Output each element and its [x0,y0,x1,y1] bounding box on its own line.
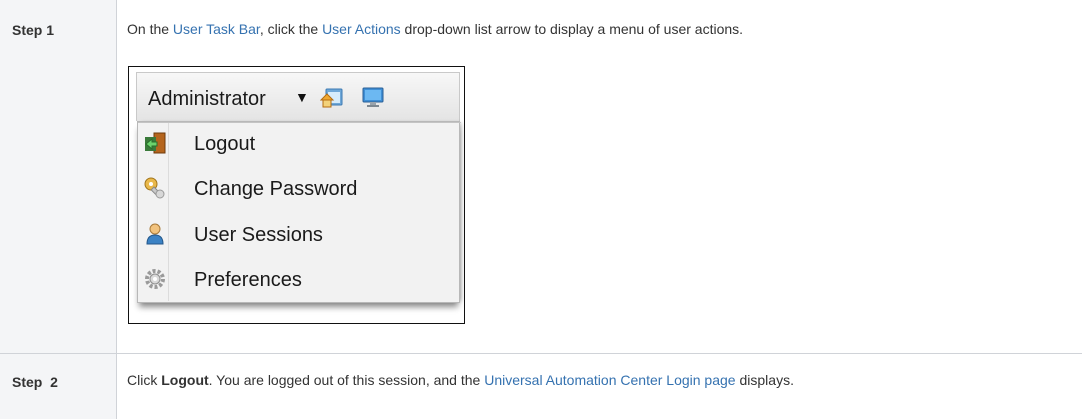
menu-item-change-password[interactable]: Change Password [138,167,459,213]
step-1-text-before: On the [127,21,173,37]
step-2-text-mid: . You are logged out of this session, an… [208,372,485,388]
user-task-bar: Administrator ▼ [136,72,460,121]
menu-item-label: Change Password [194,178,358,200]
menu-item-logout[interactable]: Logout [138,122,459,168]
steps-table: Step 1 On the User Task Bar, click the U… [0,0,1082,419]
login-page-link[interactable]: Universal Automation Center Login page [484,372,735,388]
user-name-label: Administrator [148,88,266,110]
desktop-monitor-icon [362,87,384,107]
step-1-header-cell: Step 1 [0,0,117,354]
step-2-instruction: Click Logout. You are logged out of this… [127,371,794,389]
step-2-label: Step 2 [12,374,58,390]
gear-icon [145,269,165,289]
menu-item-label: Logout [194,133,256,155]
logout-emphasis: Logout [161,372,209,388]
step-1-text-after: drop-down list arrow to display a menu o… [400,21,744,37]
key-icon [144,177,165,199]
step-2-content-cell: Click Logout. You are logged out of this… [117,354,1082,419]
step-2-header-cell: Step 2 [0,354,117,419]
logout-door-icon [145,132,166,154]
user-task-bar-link[interactable]: User Task Bar [173,21,260,37]
menu-item-label: User Sessions [194,224,323,246]
menu-item-label: Preferences [194,269,302,291]
home-page-icon [320,88,343,108]
menu-item-user-sessions[interactable]: User Sessions [138,213,459,259]
step-2-text-after: displays. [735,372,794,388]
user-actions-menu-screenshot: Administrator ▼ Logout Change Password U… [128,66,465,324]
user-actions-link[interactable]: User Actions [322,21,401,37]
step-1-label: Step 1 [12,22,55,38]
step-2-text-before: Click [127,372,162,388]
step-1-instruction: On the User Task Bar, click the User Act… [127,20,743,38]
menu-item-preferences[interactable]: Preferences [138,258,459,304]
dropdown-arrow-icon: ▼ [295,89,309,105]
user-actions-menu: Logout Change Password User Sessions Pre… [137,121,461,304]
step-1-text-mid: , click the [259,21,323,37]
user-icon [146,223,164,245]
